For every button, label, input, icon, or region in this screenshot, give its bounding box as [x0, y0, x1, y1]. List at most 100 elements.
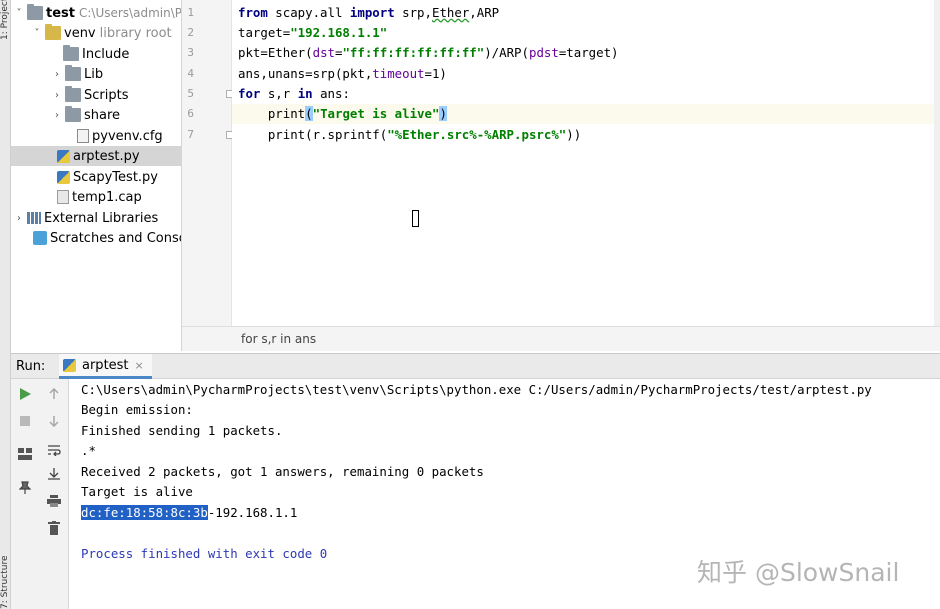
tab-label: arptest: [82, 357, 129, 373]
scroll-up-button[interactable]: [45, 385, 63, 403]
code-token: print(r.sprintf(: [238, 127, 388, 142]
project-tool-button[interactable]: 1: Project: [0, 0, 11, 40]
named-argument: dst: [312, 45, 335, 60]
console-output-line: Begin emission:: [81, 402, 193, 417]
tree-item-label: share: [84, 107, 121, 123]
console-output-text: -192.168.1.1: [207, 505, 298, 520]
tree-item-label: ScapyTest.py: [73, 169, 158, 185]
scroll-to-end-icon: [48, 468, 60, 480]
close-icon[interactable]: ×: [135, 359, 144, 372]
tree-item-label: arptest.py: [73, 148, 140, 164]
tree-item-external-libraries[interactable]: › External Libraries: [11, 208, 181, 228]
keyword: from: [238, 5, 268, 20]
tree-item-lib[interactable]: › Lib: [11, 64, 181, 84]
chevron-right-icon[interactable]: ›: [51, 90, 63, 101]
tree-item-label: pyvenv.cfg: [92, 128, 163, 144]
python-file-icon: [57, 149, 70, 163]
chevron-right-icon[interactable]: ›: [51, 110, 63, 121]
chevron-right-icon[interactable]: ›: [13, 213, 25, 224]
tab-arptest[interactable]: arptest ×: [59, 354, 152, 379]
chevron-down-icon[interactable]: ˅: [31, 28, 43, 39]
tree-item-scripts[interactable]: › Scripts: [11, 85, 181, 105]
code-line-7: print(r.sprintf("%Ether.src%-%ARP.psrc%"…: [238, 125, 581, 145]
code-token-warning: Ether: [431, 5, 470, 20]
code-token: )): [566, 127, 582, 142]
tree-item-test[interactable]: ˅ test C:\Users\admin\P: [11, 3, 182, 23]
arrow-down-icon: [49, 416, 59, 427]
pin-icon: [19, 481, 31, 494]
console-output-line: Finished sending 1 packets.: [81, 423, 283, 438]
code-line-4: ans,unans=srp(pkt,timeout=1): [238, 64, 447, 84]
tree-item-arptest-py[interactable]: arptest.py: [11, 146, 181, 166]
tree-item-label: venv: [64, 25, 96, 41]
structure-tool-button[interactable]: 7: Structure: [0, 520, 11, 609]
line-number: 3: [187, 46, 194, 59]
console-command-line: C:\Users\admin\PycharmProjects\test\venv…: [81, 382, 872, 397]
chevron-down-icon[interactable]: ˅: [13, 8, 25, 19]
scroll-to-end-button[interactable]: [45, 465, 63, 483]
code-token: ans:: [312, 86, 350, 101]
tree-item-label: temp1.cap: [72, 189, 142, 205]
code-editor[interactable]: from scapy.all import srp,Ether,ARP targ…: [232, 0, 940, 326]
tree-item-label: Include: [82, 46, 130, 62]
string-literal: "Target is alive": [312, 106, 440, 121]
tree-item-scratches[interactable]: Scratches and Consoles: [11, 228, 181, 248]
scroll-down-button[interactable]: [45, 412, 63, 430]
layout-icon: [18, 448, 32, 460]
code-token: s,r: [260, 86, 298, 101]
play-icon: [20, 388, 31, 400]
string-literal: "ff:ff:ff:ff:ff:ff": [342, 45, 485, 60]
editor-gutter: 1 2 3 4 5 6 7: [182, 0, 234, 326]
tree-item-share[interactable]: › share: [11, 105, 181, 125]
folder-icon: [65, 86, 81, 102]
matched-brace: (: [305, 106, 313, 121]
project-tree: ˅ test C:\Users\admin\P ˅ venv library r…: [11, 0, 182, 351]
folder-icon: [45, 24, 61, 40]
selected-text[interactable]: dc:fe:18:58:8c:3b: [81, 505, 208, 520]
line-number: 5: [187, 87, 194, 100]
code-token: pkt=Ether(: [238, 45, 313, 60]
tree-item-label: test: [46, 5, 75, 21]
print-button[interactable]: [45, 492, 63, 510]
tree-item-pyvenv-cfg[interactable]: pyvenv.cfg: [11, 126, 181, 146]
code-token: ,ARP: [469, 5, 500, 20]
soft-wrap-icon: [48, 445, 61, 456]
code-token: =target): [558, 45, 619, 60]
folder-icon: [65, 106, 81, 122]
rerun-button[interactable]: [16, 385, 34, 403]
tree-item-temp1-cap[interactable]: temp1.cap: [11, 187, 181, 207]
run-tool-window-header: Run: arptest ×: [11, 353, 940, 379]
console-output-line: .*: [81, 443, 96, 458]
library-root-hint: library root: [99, 25, 172, 41]
pin-tab-button[interactable]: [16, 479, 34, 497]
run-label: Run:: [16, 359, 46, 374]
soft-wrap-button[interactable]: [45, 441, 63, 459]
editor-scroll-marker-strip[interactable]: [934, 0, 940, 326]
tree-item-venv[interactable]: ˅ venv library root: [11, 23, 181, 43]
tree-item-path: C:\Users\admin\P: [78, 6, 182, 20]
string-literal: "%Ether.src%-%ARP.psrc%": [387, 127, 567, 142]
scratches-icon: [33, 231, 47, 245]
clear-console-button[interactable]: [45, 519, 63, 537]
capture-file-icon: [57, 190, 69, 204]
watermark: 知乎 @SlowSnail: [697, 558, 900, 587]
named-argument: timeout: [372, 66, 425, 81]
tree-item-scapytest-py[interactable]: ScapyTest.py: [11, 167, 181, 187]
stop-icon: [20, 416, 30, 426]
chevron-right-icon[interactable]: ›: [51, 69, 63, 80]
code-token: ans,unans=srp(pkt,: [238, 66, 373, 81]
config-file-icon: [77, 129, 89, 143]
breadcrumb[interactable]: for s,r in ans: [241, 332, 316, 346]
line-number: 2: [187, 26, 194, 39]
code-line-1: from scapy.all import srp,Ether,ARP: [238, 3, 499, 23]
breadcrumb-bar: for s,r in ans: [182, 326, 940, 351]
print-icon: [47, 495, 61, 507]
string-literal: "192.168.1.1": [290, 25, 388, 40]
stop-button[interactable]: [16, 412, 34, 430]
tree-item-include[interactable]: Include: [11, 44, 181, 64]
folder-icon: [27, 4, 43, 20]
tree-item-label: Lib: [84, 66, 104, 82]
keyword: import: [349, 5, 395, 20]
layout-button[interactable]: [16, 445, 34, 463]
named-argument: pdst: [528, 45, 559, 60]
